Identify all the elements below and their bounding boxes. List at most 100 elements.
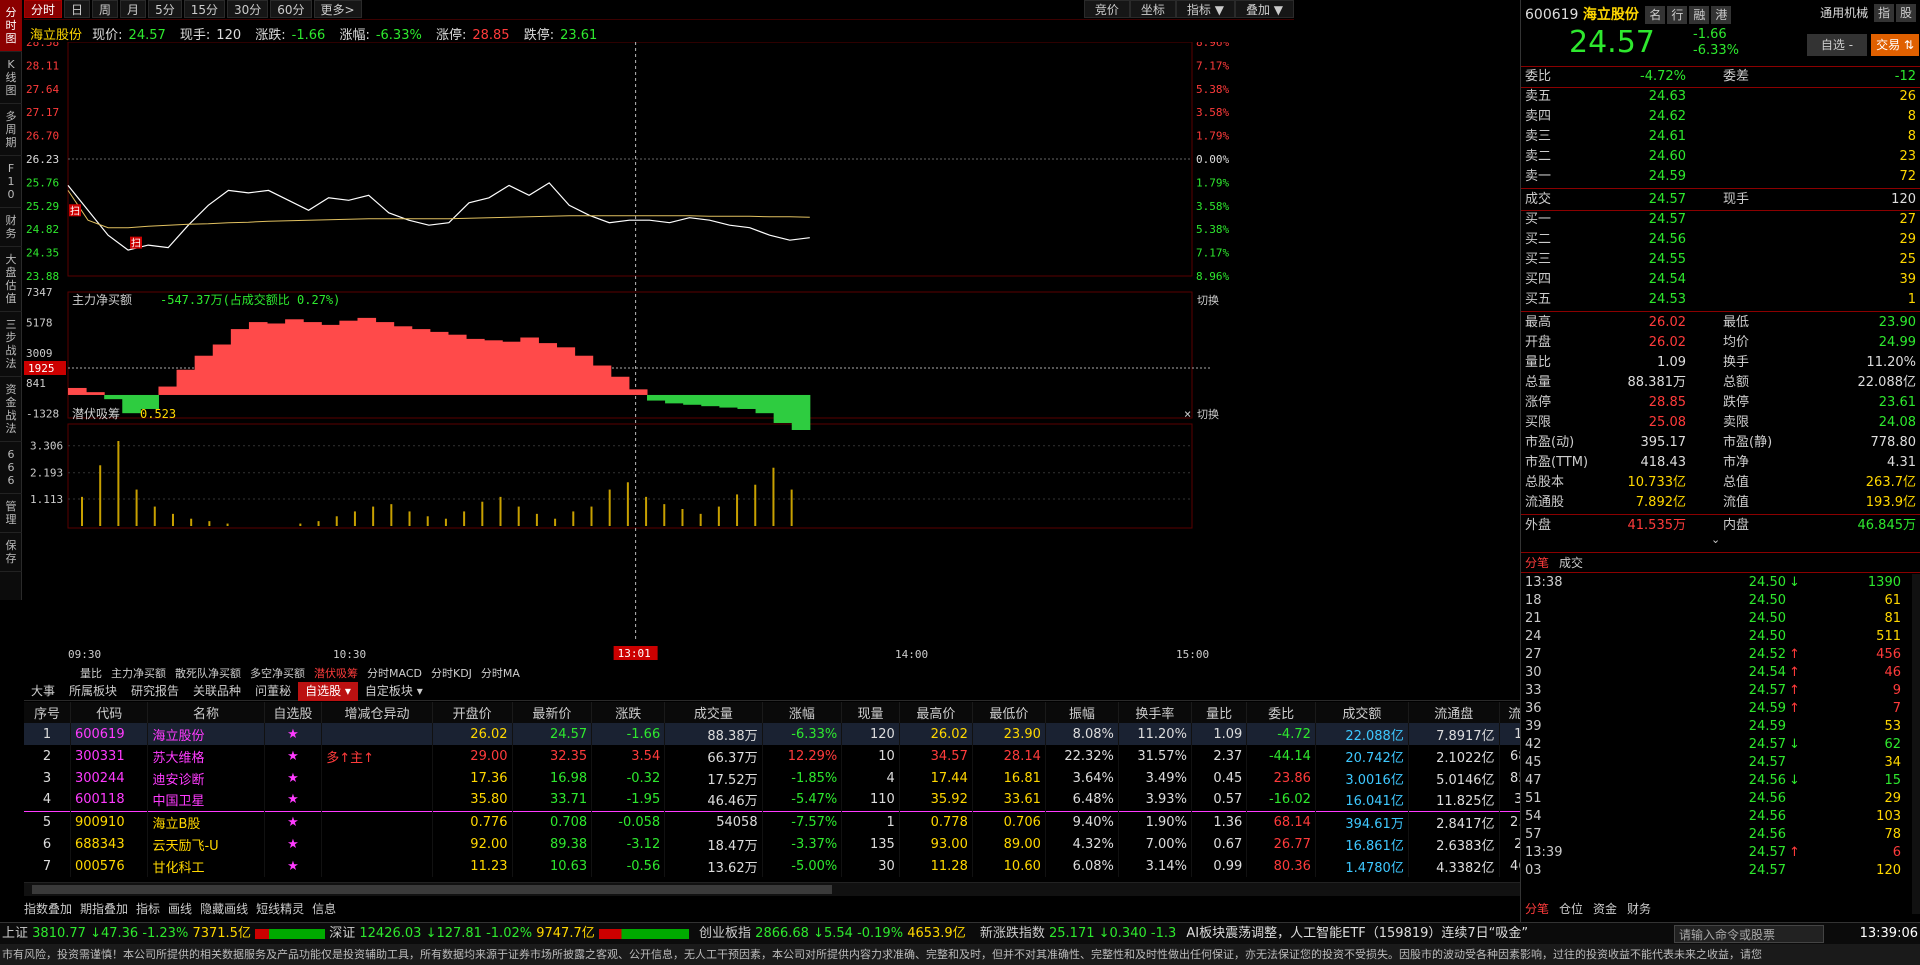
timeframe-tab-1[interactable]: 日 [64, 0, 91, 18]
bottom-tab-2[interactable]: 研究报告 [124, 682, 186, 701]
table-row[interactable]: 5 900910 海立B股 ★ 0.776 0.708 -0.058 54058 -7.57% 1… [24, 810, 1520, 833]
col-header-18[interactable]: 流通盘 [1408, 702, 1500, 723]
draw-tool-4[interactable]: 隐藏画线 [200, 902, 248, 916]
col-header-11[interactable]: 最高价 [899, 702, 973, 723]
left-tab-0[interactable]: 分时图 [0, 0, 22, 52]
indicator-tab-5[interactable]: 分时MACD [367, 667, 422, 680]
expand-chevron-icon[interactable]: ⌄ [1711, 533, 1720, 546]
col-header-16[interactable]: 委比 [1246, 702, 1316, 723]
intraday-chart[interactable]: 28.58 8.96% 28.11 7.17% 27.64 5.38% 27.17 3.58%… [24, 42, 1466, 660]
col-header-6[interactable]: 最新价 [512, 702, 593, 723]
col-header-7[interactable]: 涨跌 [591, 702, 666, 723]
draw-tool-6[interactable]: 信息 [312, 902, 336, 916]
timeframe-tab-7[interactable]: 60分 [270, 0, 312, 18]
col-header-2[interactable]: 名称 [147, 702, 265, 723]
industry-badge-1[interactable]: 股 [1895, 4, 1916, 22]
horizontal-scrollbar[interactable] [24, 882, 1520, 896]
left-tab-10[interactable]: 保存 [0, 533, 22, 572]
col-header-12[interactable]: 最低价 [972, 702, 1046, 723]
industry-label[interactable]: 通用机械 [1820, 6, 1868, 20]
sz-label[interactable]: 深证 [329, 926, 355, 941]
quote-bottom-tab-1[interactable]: 仓位 [1559, 902, 1583, 916]
news-headline[interactable]: AI板块震荡调整，人工智能ETF（159819）连续7日“吸金” [1186, 926, 1528, 941]
timeframe-tab-4[interactable]: 5分 [148, 0, 182, 18]
indicator-tab-7[interactable]: 分时MA [481, 667, 520, 680]
chart-tool-0[interactable]: 竞价 [1083, 0, 1130, 18]
draw-tool-2[interactable]: 指标 [136, 902, 160, 916]
draw-tool-1[interactable]: 期指叠加 [80, 902, 128, 916]
table-row[interactable]: 1 600619 海立股份 ★ 26.02 24.57 -1.66 88.38万 -6.33% 1… [24, 723, 1520, 745]
timeframe-tab-6[interactable]: 30分 [226, 0, 269, 18]
col-header-17[interactable]: 成交额 [1315, 702, 1409, 723]
bottom-tab-1[interactable]: 所属板块 [62, 682, 124, 701]
timeframe-tab-8[interactable]: 更多> [313, 0, 362, 18]
col-header-1[interactable]: 代码 [70, 702, 149, 723]
table-row[interactable]: 6 688343 云天励飞-U ★ 92.00 89.38 -3.12 18.47万 -3.37… [24, 833, 1520, 855]
draw-tool-0[interactable]: 指数叠加 [24, 902, 72, 916]
table-row[interactable]: 2 300331 苏大维格 ★ 多↑主↑ 29.00 32.35 3.54 66.37万 12.2… [24, 745, 1520, 767]
bottom-tab-0[interactable]: 大事 [24, 682, 62, 701]
col-header-14[interactable]: 换手率 [1118, 702, 1192, 723]
bottom-tab-4[interactable]: 问董秘 [248, 682, 298, 701]
sh-label[interactable]: 上证 [2, 926, 28, 941]
indicator-tab-4[interactable]: 潜伏吸筹 [314, 667, 358, 680]
quote-badge-3[interactable]: 港 [1711, 6, 1732, 24]
tick-tab-1[interactable]: 成交 [1559, 556, 1583, 570]
chart-tool-2[interactable]: 指标 ▼ [1175, 0, 1235, 18]
quote-badge-0[interactable]: 名 [1645, 6, 1666, 24]
draw-tool-3[interactable]: 画线 [168, 902, 192, 916]
col-header-3[interactable]: 自选股 [264, 702, 323, 723]
indicator-tab-2[interactable]: 散死队净买额 [175, 667, 241, 680]
timeframe-tab-3[interactable]: 月 [120, 0, 147, 18]
tick-tab-0[interactable]: 分笔 [1525, 556, 1549, 570]
scrollbar-thumb[interactable] [32, 885, 832, 894]
col-header-5[interactable]: 开盘价 [432, 702, 513, 723]
col-header-13[interactable]: 振幅 [1045, 702, 1119, 723]
table-row[interactable]: 4 600118 中国卫星 ★ 35.80 33.71 -1.95 46.46万 -5.47% 1… [24, 789, 1520, 811]
col-header-9[interactable]: 涨幅 [762, 702, 843, 723]
timeframe-tab-5[interactable]: 15分 [183, 0, 225, 18]
col-header-10[interactable]: 现量 [841, 702, 900, 723]
draw-tool-5[interactable]: 短线精灵 [256, 902, 304, 916]
left-tab-6[interactable]: 三步战法 [0, 312, 22, 377]
trade-button[interactable]: 交易 ⇅ [1871, 34, 1919, 56]
cy-label[interactable]: 创业板指 [699, 926, 751, 941]
chart-tool-3[interactable]: 叠加 ▼ [1234, 0, 1294, 18]
indicator-tab-6[interactable]: 分时KDJ [431, 667, 472, 680]
indicator-tab-1[interactable]: 主力净买额 [111, 667, 166, 680]
col-header-8[interactable]: 成交量 [664, 702, 763, 723]
left-tab-7[interactable]: 资金战法 [0, 377, 22, 442]
tick-scrollbar[interactable] [1912, 574, 1920, 914]
left-tab-4[interactable]: 财务 [0, 208, 22, 247]
add-watchlist-button[interactable]: 自选 - [1807, 34, 1867, 56]
left-tab-1[interactable]: K线图 [0, 52, 22, 104]
command-input[interactable]: 请输入命令或股票 [1674, 925, 1824, 943]
bottom-tab-6[interactable]: 自定板块 ▾ [358, 682, 430, 701]
quote-bottom-tab-3[interactable]: 财务 [1627, 902, 1651, 916]
new-label[interactable]: 新涨跌指数 [980, 926, 1045, 941]
quote-bottom-tab-2[interactable]: 资金 [1593, 902, 1617, 916]
timeframe-tab-0[interactable]: 分时 [24, 0, 63, 18]
left-tab-5[interactable]: 大盘估值 [0, 247, 22, 312]
col-header-15[interactable]: 量比 [1191, 702, 1248, 723]
bottom-tab-3[interactable]: 关联品种 [186, 682, 248, 701]
indicator-tab-0[interactable]: 量比 [80, 667, 102, 680]
quote-badge-2[interactable]: 融 [1689, 6, 1710, 24]
left-tab-3[interactable]: F10 [0, 156, 22, 208]
left-tab-9[interactable]: 管理 [0, 494, 22, 533]
bottom-tab-5[interactable]: 自选股 ▾ [298, 682, 358, 701]
quote-bottom-tab-0[interactable]: 分笔 [1525, 902, 1549, 916]
flow-bar [339, 320, 358, 395]
table-row[interactable]: 7 000576 甘化科工 ★ 11.23 10.63 -0.56 13.62万 -5.00% 3… [24, 855, 1520, 877]
indicator-tab-3[interactable]: 多空净买额 [250, 667, 305, 680]
left-tab-2[interactable]: 多周期 [0, 104, 22, 156]
table-row[interactable]: 3 300244 迪安诊断 ★ 17.36 16.98 -0.32 17.52万 -1.85% 4… [24, 767, 1520, 789]
timeframe-tab-2[interactable]: 周 [92, 0, 119, 18]
left-tab-8[interactable]: 666 [0, 442, 22, 494]
quote-badge-1[interactable]: 行 [1667, 6, 1688, 24]
chart-tool-1[interactable]: 坐标 [1129, 0, 1176, 18]
col-header-0[interactable]: 序号 [24, 702, 71, 723]
industry-badge-0[interactable]: 指 [1873, 4, 1894, 22]
col-header-4[interactable]: 增减仓异动 [321, 702, 433, 723]
col-header-19[interactable]: 流通 [1499, 702, 1520, 723]
